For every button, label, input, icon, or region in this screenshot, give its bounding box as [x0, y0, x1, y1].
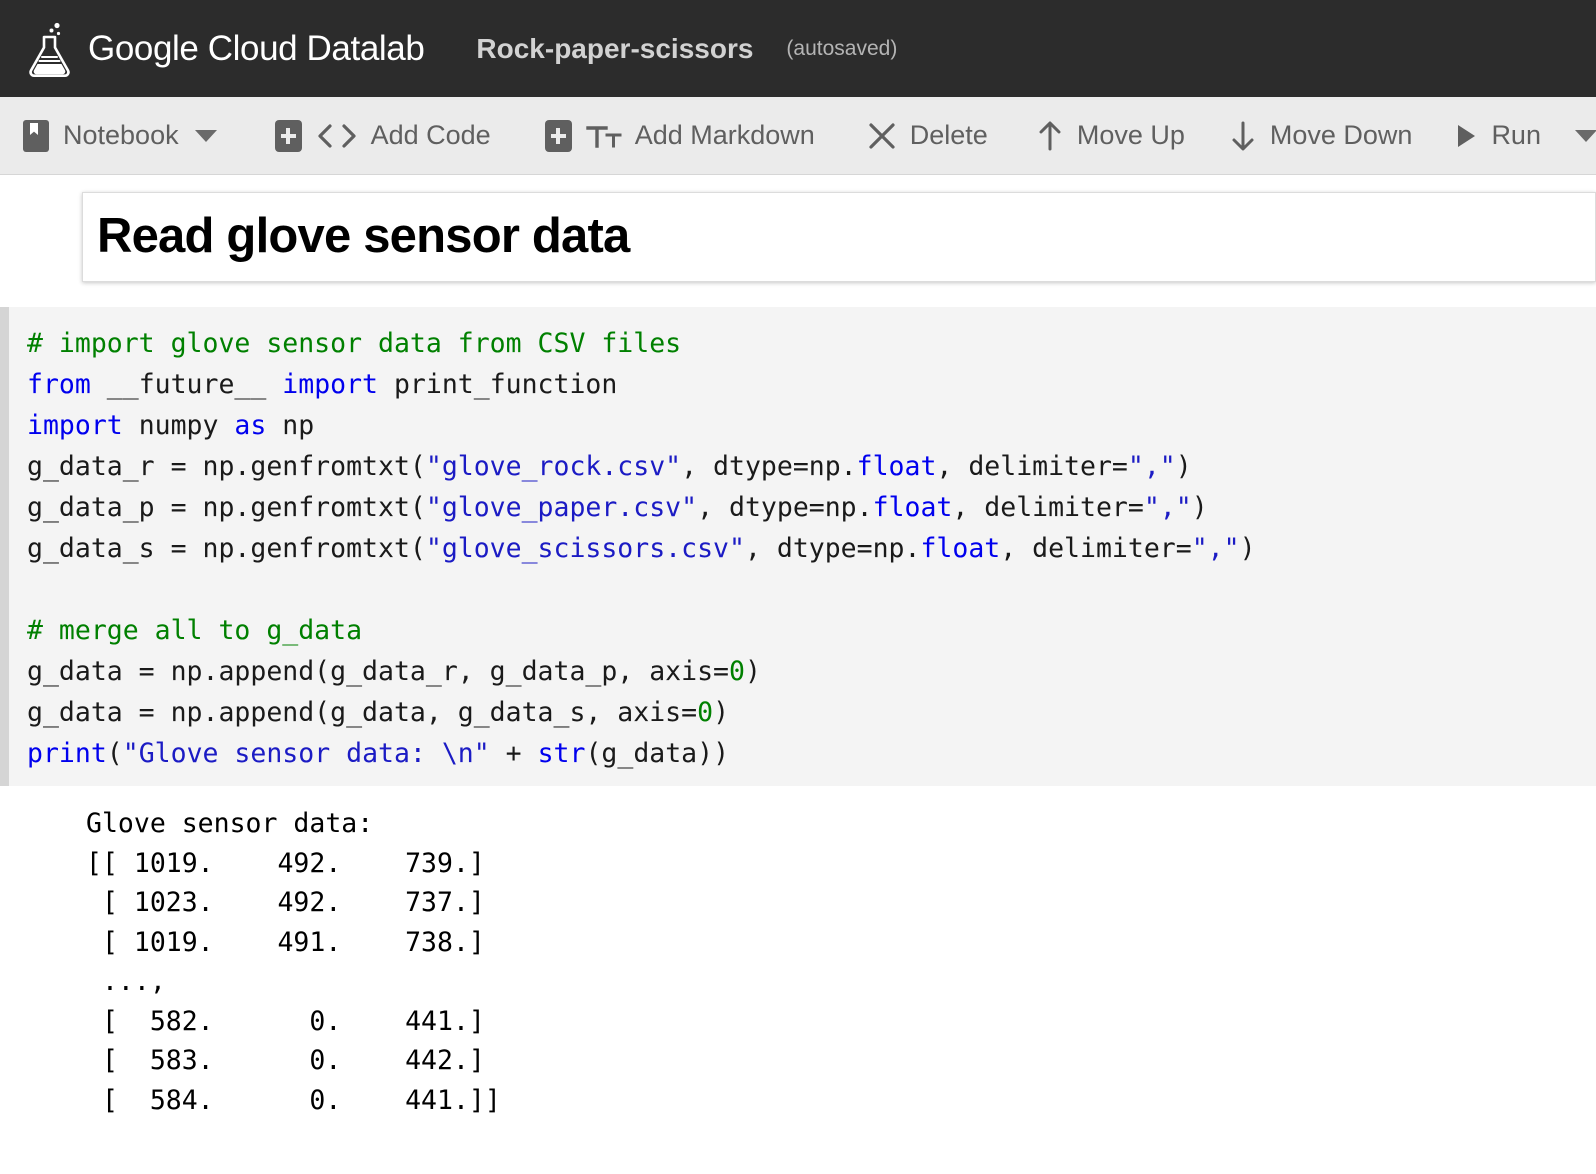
code-editor[interactable]: # import glove sensor data from CSV file… [9, 307, 1596, 786]
toolbar-button-move-down[interactable]: Move Down [1229, 120, 1413, 152]
play-icon [1454, 122, 1478, 150]
code-output: Glove sensor data: [[ 1019. 492. 739.] [… [0, 786, 1596, 1120]
brand-name: Google Cloud Datalab [88, 28, 425, 68]
toolbar-label-delete: Delete [909, 120, 988, 150]
toolbar-label-move-up: Move Up [1076, 120, 1185, 150]
toolbar-button-notebook[interactable]: Notebook [22, 119, 217, 153]
output-text: Glove sensor data: [[ 1019. 492. 739.] [… [86, 808, 501, 1116]
toolbar-button-delete[interactable]: Delete [867, 120, 988, 151]
notebook-icon [22, 119, 50, 153]
code-source[interactable]: # import glove sensor data from CSV file… [27, 323, 1596, 774]
toolbar-button-move-up[interactable]: Move Up [1036, 120, 1185, 152]
plus-icon [544, 119, 572, 152]
plus-icon [274, 119, 302, 152]
toolbar: Notebook Add Code Add Markdown Delete Mo… [0, 97, 1596, 175]
markdown-cell[interactable]: Read glove sensor data [82, 192, 1596, 282]
toolbar-label-notebook: Notebook [63, 120, 179, 150]
code-cell[interactable]: # import glove sensor data from CSV file… [0, 307, 1596, 786]
page-title: Read glove sensor data [97, 209, 630, 263]
notebook-body: Read glove sensor data # import glove se… [0, 192, 1596, 1120]
app-header: Google Cloud Datalab Rock-paper-scissors… [0, 0, 1596, 97]
brand-logo[interactable]: Google Cloud Datalab [28, 21, 425, 77]
toolbar-label-move-down: Move Down [1269, 120, 1413, 150]
toolbar-button-add-markdown[interactable]: Add Markdown [544, 119, 815, 152]
arrow-down-icon [1229, 120, 1257, 152]
text-format-icon [585, 122, 622, 150]
code-cell-gutter [0, 307, 9, 786]
notebook-title: Rock-paper-scissors [476, 32, 754, 64]
close-x-icon [867, 121, 897, 151]
arrow-up-icon [1036, 120, 1064, 152]
markdown-cell-wrap: Read glove sensor data [0, 192, 1596, 282]
toolbar-label-add-code: Add Code [370, 120, 491, 150]
toolbar-label-add-markdown: Add Markdown [634, 120, 815, 150]
flask-icon [28, 21, 74, 77]
chevron-down-icon[interactable] [1574, 129, 1596, 142]
toolbar-button-run[interactable]: Run [1454, 120, 1596, 151]
chevron-down-icon[interactable] [194, 129, 217, 142]
toolbar-button-add-code[interactable]: Add Code [274, 119, 491, 152]
code-brackets-icon [316, 122, 358, 150]
toolbar-label-run: Run [1491, 120, 1541, 150]
autosave-status: (autosaved) [786, 36, 898, 60]
